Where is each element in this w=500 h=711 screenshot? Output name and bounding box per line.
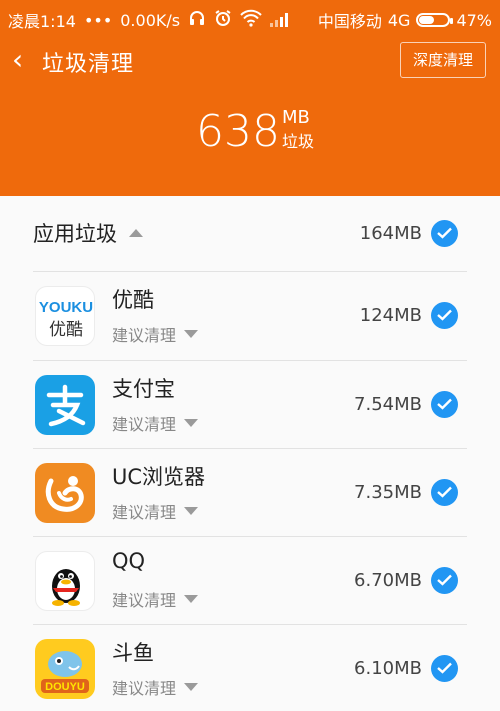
app-size: 7.35MB (354, 482, 422, 503)
check-icon (437, 486, 452, 498)
app-size: 7.54MB (354, 394, 422, 415)
app-checkbox[interactable] (431, 567, 458, 594)
app-suggestion[interactable]: 建议清理 (112, 587, 199, 611)
suggestion-label: 建议清理 (112, 591, 177, 610)
check-icon (437, 574, 452, 586)
total-junk-label: 垃圾 (282, 132, 315, 151)
app-checkbox[interactable] (431, 479, 458, 506)
youku-logo-text: YOUKU (39, 299, 93, 316)
app-checkbox[interactable] (431, 391, 458, 418)
suggestion-label: 建议清理 (112, 679, 177, 698)
caret-down-icon (184, 595, 199, 603)
junk-list: 应用垃圾 164MB YOUKU 优酷 优酷 建议清理 124MB 支付宝 建议… (0, 196, 500, 711)
douyu-icon: DOUYU (35, 639, 95, 699)
list-item-douyu[interactable]: DOUYU 斗鱼 建议清理 6.10MB (0, 625, 500, 711)
app-name: 优酷 (112, 288, 154, 312)
app-suggestion[interactable]: 建议清理 (112, 499, 199, 523)
list-item-youku[interactable]: YOUKU 优酷 优酷 建议清理 124MB (0, 272, 500, 360)
deep-clean-button[interactable]: 深度清理 (400, 42, 486, 78)
check-icon (437, 398, 452, 410)
page-title: 垃圾清理 (42, 52, 135, 77)
wifi-icon (240, 9, 262, 31)
app-name: QQ (112, 549, 146, 573)
douyu-logo-text: DOUYU (45, 681, 85, 693)
section-title: 应用垃圾 (33, 222, 117, 246)
caret-down-icon (184, 419, 199, 427)
status-bar: 凌晨1:14 ••• 0.00K/s 中国移动 4G 47% (0, 0, 500, 34)
signal-icon (270, 13, 289, 27)
app-name: 斗鱼 (112, 641, 154, 665)
app-suggestion[interactable]: 建议清理 (112, 411, 199, 435)
app-name: UC浏览器 (112, 465, 206, 489)
back-button[interactable]: ‹ (12, 46, 36, 74)
app-size: 6.10MB (354, 658, 422, 679)
caret-down-icon (184, 330, 199, 338)
headphones-icon (188, 9, 206, 31)
status-battery-pct: 47% (456, 10, 492, 30)
app-checkbox[interactable] (431, 655, 458, 682)
screen: 凌晨1:14 ••• 0.00K/s 中国移动 4G 47% ‹ 垃圾清理 深度… (0, 0, 500, 711)
list-item-uc-browser[interactable]: UC浏览器 建议清理 7.35MB (0, 449, 500, 537)
section-app-junk[interactable]: 应用垃圾 164MB (0, 196, 500, 268)
check-icon (437, 309, 452, 321)
caret-down-icon (184, 507, 199, 515)
section-header[interactable]: 应用垃圾 (33, 218, 143, 248)
app-suggestion[interactable]: 建议清理 (112, 675, 199, 699)
junk-summary: 638 MB 垃圾 (0, 100, 500, 170)
header: 凌晨1:14 ••• 0.00K/s 中国移动 4G 47% ‹ 垃圾清理 深度… (0, 0, 500, 196)
youku-logo-cn: 优酷 (49, 320, 83, 340)
suggestion-label: 建议清理 (112, 326, 177, 345)
app-size: 6.70MB (354, 570, 422, 591)
app-checkbox[interactable] (431, 302, 458, 329)
status-dots: ••• (83, 10, 113, 30)
uc-browser-icon (35, 463, 95, 523)
section-size: 164MB (359, 223, 422, 244)
list-item-qq[interactable]: QQ 建议清理 6.70MB (0, 537, 500, 625)
app-size: 124MB (359, 305, 422, 326)
caret-down-icon (184, 683, 199, 691)
total-junk-unit: MB (282, 107, 310, 128)
status-carrier: 中国移动 (317, 12, 382, 31)
total-junk-size: 638 (196, 106, 280, 157)
qq-icon (35, 551, 95, 611)
status-left: 凌晨1:14 ••• 0.00K/s (8, 8, 289, 32)
status-right: 中国移动 4G 47% (318, 8, 492, 32)
battery-icon (416, 13, 454, 27)
alipay-icon (35, 375, 95, 435)
check-icon (437, 662, 452, 674)
alarm-icon (214, 9, 232, 31)
suggestion-label: 建议清理 (112, 415, 177, 434)
suggestion-label: 建议清理 (112, 503, 177, 522)
status-time: 凌晨1:14 (8, 12, 76, 31)
status-net-speed: 0.00K/s (120, 10, 181, 30)
youku-icon: YOUKU 优酷 (35, 286, 95, 346)
status-network: 4G (387, 10, 411, 30)
title-bar: ‹ 垃圾清理 深度清理 (0, 40, 500, 80)
app-name: 支付宝 (112, 377, 175, 401)
app-suggestion[interactable]: 建议清理 (112, 322, 199, 346)
check-icon (437, 227, 452, 239)
list-item-alipay[interactable]: 支付宝 建议清理 7.54MB (0, 361, 500, 449)
section-checkbox[interactable] (431, 220, 458, 247)
caret-up-icon (129, 229, 143, 237)
